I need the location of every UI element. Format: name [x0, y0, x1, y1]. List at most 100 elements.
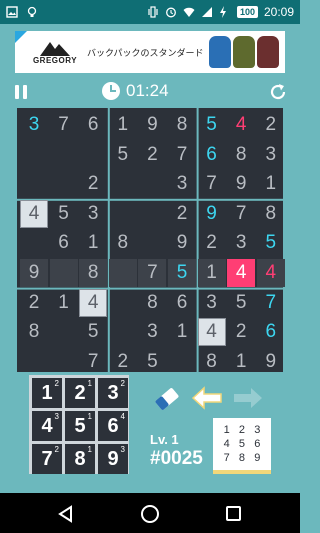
- cell-r8c6[interactable]: 1: [168, 318, 196, 346]
- cell-r3c5[interactable]: [138, 170, 166, 198]
- cell-r3c1[interactable]: [20, 170, 48, 198]
- cell-r5c9[interactable]: 5: [257, 229, 285, 257]
- cell-r9c3[interactable]: 7: [79, 348, 107, 376]
- cell-r8c9[interactable]: 6: [257, 318, 285, 346]
- recent-apps-button[interactable]: [226, 506, 241, 521]
- ad-banner[interactable]: GREGORY バックパックのスタンダード: [15, 31, 285, 73]
- back-button[interactable]: [57, 505, 75, 523]
- cell-r2c4[interactable]: 5: [109, 141, 137, 169]
- cell-r2c2[interactable]: [50, 141, 78, 169]
- cell-r1c7[interactable]: 5: [198, 111, 226, 139]
- cell-r8c3[interactable]: 5: [79, 318, 107, 346]
- cell-r6c4[interactable]: [108, 259, 137, 287]
- cell-r2c9[interactable]: 3: [257, 141, 285, 169]
- cell-r7c2[interactable]: 1: [50, 289, 78, 317]
- cell-r9c1[interactable]: [20, 348, 48, 376]
- cell-r7c1[interactable]: 2: [20, 289, 48, 317]
- cell-r6c1[interactable]: 9: [20, 259, 48, 287]
- cell-r8c7[interactable]: 4: [197, 318, 226, 347]
- cell-r1c8[interactable]: 4: [227, 111, 255, 139]
- key-5[interactable]: 51: [65, 411, 95, 441]
- key-8[interactable]: 81: [65, 444, 95, 474]
- restart-button[interactable]: [268, 82, 288, 102]
- cell-r5c8[interactable]: 3: [227, 229, 255, 257]
- cell-r1c5[interactable]: 9: [138, 111, 166, 139]
- cell-r9c9[interactable]: 9: [257, 348, 285, 376]
- cell-r2c7[interactable]: 6: [198, 141, 226, 169]
- cell-r3c2[interactable]: [50, 170, 78, 198]
- cell-r7c7[interactable]: 3: [198, 289, 226, 317]
- ad-choices-icon[interactable]: [15, 31, 27, 43]
- cell-r6c9[interactable]: 4: [256, 259, 285, 287]
- cell-r1c1[interactable]: 3: [20, 111, 48, 139]
- cell-r8c2[interactable]: [50, 318, 78, 346]
- cell-r6c5[interactable]: 7: [138, 259, 167, 287]
- cell-r5c2[interactable]: 6: [50, 229, 78, 257]
- cell-r4c4[interactable]: [109, 200, 137, 228]
- cell-r6c7[interactable]: 1: [197, 259, 226, 287]
- key-3[interactable]: 32: [98, 378, 128, 408]
- cell-r3c6[interactable]: 3: [168, 170, 196, 198]
- cell-r5c5[interactable]: [138, 229, 166, 257]
- redo-button[interactable]: [232, 386, 264, 410]
- cell-r9c4[interactable]: 2: [109, 348, 137, 376]
- cell-r2c8[interactable]: 8: [227, 141, 255, 169]
- cell-r5c3[interactable]: 1: [79, 229, 107, 257]
- cell-r5c7[interactable]: 2: [198, 229, 226, 257]
- cell-r9c8[interactable]: 1: [227, 348, 255, 376]
- cell-r4c9[interactable]: 8: [257, 200, 285, 228]
- cell-r9c6[interactable]: [168, 348, 196, 376]
- cell-r4c3[interactable]: 3: [79, 200, 107, 228]
- key-9[interactable]: 93: [98, 444, 128, 474]
- key-1[interactable]: 12: [32, 378, 62, 408]
- cell-r2c5[interactable]: 2: [138, 141, 166, 169]
- cell-r6c2[interactable]: [49, 259, 78, 287]
- cell-r4c2[interactable]: 5: [50, 200, 78, 228]
- cell-r9c5[interactable]: 5: [138, 348, 166, 376]
- key-2[interactable]: 21: [65, 378, 95, 408]
- cell-r4c8[interactable]: 7: [227, 200, 255, 228]
- cell-r7c9[interactable]: 7: [257, 289, 285, 317]
- cell-r7c3[interactable]: 4: [79, 288, 108, 317]
- cell-r7c5[interactable]: 8: [138, 289, 166, 317]
- cell-r2c6[interactable]: 7: [168, 141, 196, 169]
- cell-r1c6[interactable]: 8: [168, 111, 196, 139]
- cell-r8c4[interactable]: [109, 318, 137, 346]
- cell-r3c3[interactable]: 2: [79, 170, 107, 198]
- memo-mode-button[interactable]: 123 456 789: [213, 418, 271, 474]
- cell-r7c4[interactable]: [109, 289, 137, 317]
- cell-r8c1[interactable]: 8: [20, 318, 48, 346]
- cell-r8c8[interactable]: 2: [227, 318, 255, 346]
- cell-r4c5[interactable]: [138, 200, 166, 228]
- cell-r4c1[interactable]: 4: [20, 199, 48, 228]
- cell-r4c7[interactable]: 9: [198, 200, 226, 228]
- cell-r5c6[interactable]: 9: [168, 229, 196, 257]
- cell-r1c2[interactable]: 7: [50, 111, 78, 139]
- home-button[interactable]: [141, 505, 159, 523]
- cell-r7c8[interactable]: 5: [227, 289, 255, 317]
- cell-r8c5[interactable]: 3: [138, 318, 166, 346]
- cell-r5c1[interactable]: [20, 229, 48, 257]
- cell-r1c4[interactable]: 1: [109, 111, 137, 139]
- cell-r1c9[interactable]: 2: [257, 111, 285, 139]
- cell-r2c3[interactable]: [79, 141, 107, 169]
- cell-r3c4[interactable]: [109, 170, 137, 198]
- cell-r4c6[interactable]: 2: [168, 200, 196, 228]
- cell-r9c2[interactable]: [50, 348, 78, 376]
- cell-r6c6[interactable]: 5: [168, 259, 196, 287]
- eraser-button[interactable]: [150, 386, 184, 412]
- cell-r2c1[interactable]: [20, 141, 48, 169]
- cell-r9c7[interactable]: 8: [198, 348, 226, 376]
- cell-r7c6[interactable]: 6: [168, 289, 196, 317]
- key-7[interactable]: 72: [32, 444, 62, 474]
- cell-r3c8[interactable]: 9: [227, 170, 255, 198]
- cell-r3c9[interactable]: 1: [257, 170, 285, 198]
- cell-r6c8[interactable]: 4: [227, 259, 256, 287]
- cell-r5c4[interactable]: 8: [109, 229, 137, 257]
- undo-button[interactable]: [191, 386, 223, 410]
- cell-r3c7[interactable]: 7: [198, 170, 226, 198]
- cell-r6c3[interactable]: 8: [79, 259, 108, 287]
- cell-r1c3[interactable]: 6: [79, 111, 107, 139]
- key-4[interactable]: 43: [32, 411, 62, 441]
- pause-button[interactable]: [15, 85, 29, 99]
